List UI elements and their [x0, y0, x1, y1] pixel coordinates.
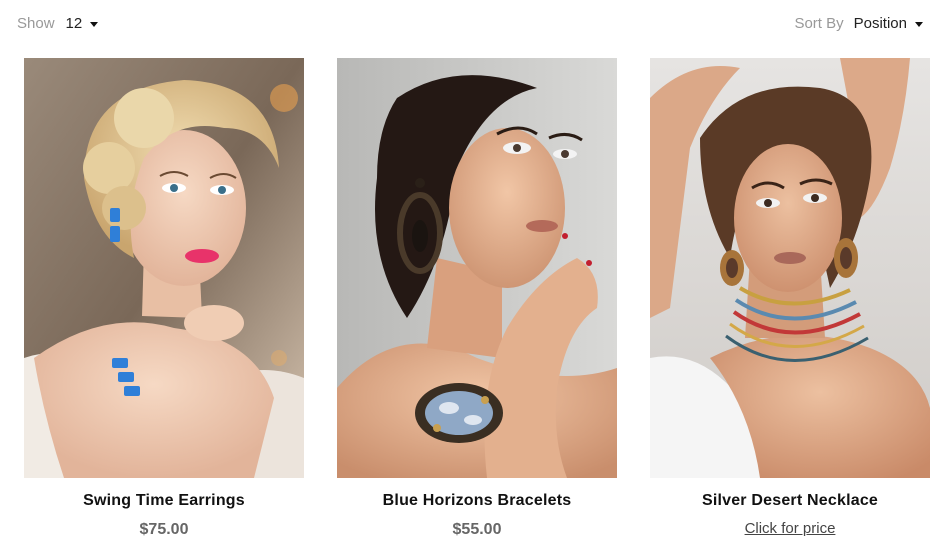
model-necklace-photo	[650, 58, 930, 478]
product-card: Silver Desert Necklace Click for price	[650, 58, 930, 539]
product-price: $55.00	[452, 521, 502, 538]
caret-down-icon	[915, 22, 923, 27]
toolbar: Show 12 Sort By Position	[0, 0, 945, 50]
product-price: $75.00	[139, 521, 189, 538]
product-image[interactable]	[650, 58, 930, 478]
sort-label: Sort By	[794, 15, 844, 32]
product-name[interactable]: Silver Desert Necklace	[702, 492, 878, 510]
model-bracelet-photo	[337, 58, 617, 478]
show-label: Show	[17, 15, 55, 32]
model-earrings-photo	[24, 58, 304, 478]
product-card: Swing Time Earrings $75.00	[24, 58, 304, 539]
product-name[interactable]: Swing Time Earrings	[83, 492, 245, 510]
product-name[interactable]: Blue Horizons Bracelets	[383, 492, 572, 510]
product-image[interactable]	[24, 58, 304, 478]
limiter: Show 12	[17, 15, 99, 32]
sorter: Sort By Position	[794, 15, 923, 32]
show-value: 12	[65, 15, 83, 32]
product-grid: Swing Time Earrings $75.00 Blue Horizons…	[24, 58, 930, 539]
click-for-price-link[interactable]: Click for price	[745, 520, 836, 537]
show-dropdown[interactable]: 12	[66, 15, 99, 32]
sort-value: Position	[853, 15, 907, 32]
product-card: Blue Horizons Bracelets $55.00	[337, 58, 617, 539]
sort-dropdown[interactable]: Position	[854, 15, 923, 32]
product-image[interactable]	[337, 58, 617, 478]
caret-down-icon	[90, 22, 99, 27]
